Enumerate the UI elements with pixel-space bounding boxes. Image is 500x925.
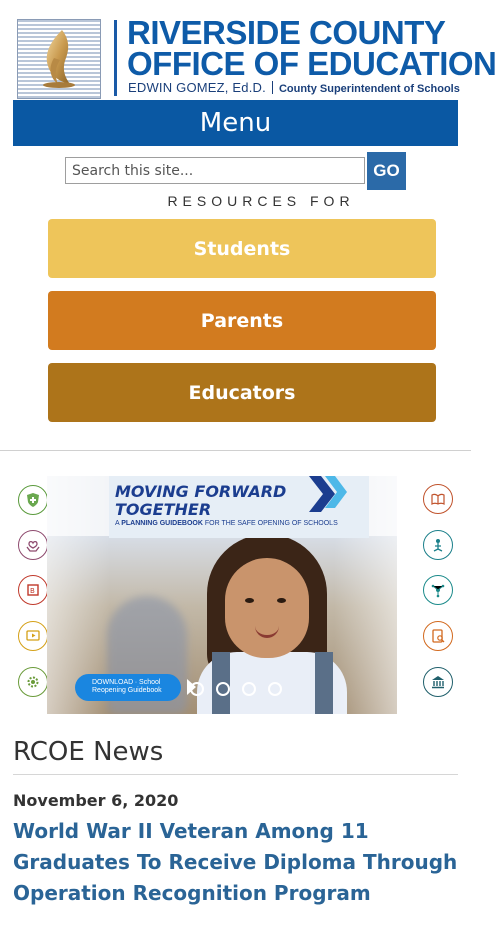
- subtitle-divider: [271, 81, 273, 94]
- download-line2: Reopening Guidebook: [92, 687, 162, 694]
- forward-chevrons-icon: [309, 476, 347, 512]
- search-input[interactable]: [65, 157, 365, 184]
- superintendent-role: County Superintendent of Schools: [278, 83, 460, 95]
- carousel-dot-3[interactable]: [242, 682, 256, 696]
- search-go-button[interactable]: GO: [367, 152, 406, 190]
- carousel-dot-1[interactable]: [190, 682, 204, 696]
- care-hands-icon[interactable]: [18, 530, 48, 560]
- settings-gear-icon[interactable]: [18, 667, 48, 697]
- superintendent-name: EDWIN GOMEZ, Ed.D.: [128, 80, 266, 95]
- download-guidebook-button[interactable]: DOWNLOAD ∙ School Reopening Guidebook: [75, 674, 196, 701]
- news-heading: RCOE News: [13, 737, 164, 767]
- hands-heart-glyph: [26, 540, 40, 552]
- news-date: November 6, 2020: [13, 791, 179, 810]
- open-book-icon[interactable]: [423, 484, 453, 514]
- institution-icon[interactable]: [423, 667, 453, 697]
- video-play-icon[interactable]: [18, 621, 48, 651]
- banner-title-line2: TOGETHER: [115, 500, 212, 519]
- banner-title: MOVING FORWARD TOGETHER: [115, 483, 286, 519]
- abc-blocks-icon[interactable]: B: [18, 575, 48, 605]
- carousel-dot-4[interactable]: [268, 682, 282, 696]
- building-glyph: [432, 676, 444, 689]
- clipboard-search-icon[interactable]: [423, 621, 453, 651]
- gear-glyph: [27, 676, 39, 688]
- book-glyph: [431, 493, 445, 505]
- news-headline-link[interactable]: World War II Veteran Among 11 Graduates …: [13, 816, 458, 909]
- banner-title-line1: MOVING FORWARD: [115, 482, 287, 501]
- clipboard-glyph: [432, 629, 445, 643]
- blocks-glyph: B: [27, 584, 39, 596]
- resources-for-label: RESOURCES FOR: [167, 193, 355, 209]
- health-shield-icon[interactable]: [18, 485, 48, 515]
- shield-plus-glyph: [27, 493, 39, 507]
- network-glyph: [431, 584, 445, 598]
- play-glyph: [26, 630, 40, 641]
- news-divider: [13, 774, 458, 775]
- site-title-line2[interactable]: OFFICE OF EDUCATION: [127, 47, 497, 80]
- people-network-icon[interactable]: [423, 530, 453, 560]
- menu-button[interactable]: Menu: [13, 100, 458, 146]
- site-header: RIVERSIDE COUNTY OFFICE OF EDUCATION EDW…: [0, 0, 500, 100]
- parents-button[interactable]: Parents: [48, 291, 436, 350]
- flame-logo-icon: [43, 30, 75, 88]
- download-line1: DOWNLOAD ∙ School: [92, 679, 161, 686]
- rcoe-logo[interactable]: [17, 19, 101, 99]
- superintendent-line: EDWIN GOMEZ, Ed.D. County Superintendent …: [128, 80, 460, 95]
- share-network-icon[interactable]: [423, 575, 453, 605]
- people-glyph: [433, 539, 443, 552]
- educators-button[interactable]: Educators: [48, 363, 436, 422]
- header-separator: [114, 20, 117, 96]
- banner-subtitle-bold: PLANNING GUIDEBOOK: [121, 520, 203, 527]
- banner-subtitle-suffix: FOR THE SAFE OPENING OF SCHOOLS: [202, 520, 338, 527]
- svg-text:B: B: [30, 587, 35, 595]
- carousel-dot-2[interactable]: [216, 682, 230, 696]
- banner-subtitle: A PLANNING GUIDEBOOK FOR THE SAFE OPENIN…: [115, 520, 338, 527]
- section-divider: [0, 450, 471, 451]
- hero-carousel[interactable]: MOVING FORWARD TOGETHER A PLANNING GUIDE…: [47, 476, 397, 714]
- students-button[interactable]: Students: [48, 219, 436, 278]
